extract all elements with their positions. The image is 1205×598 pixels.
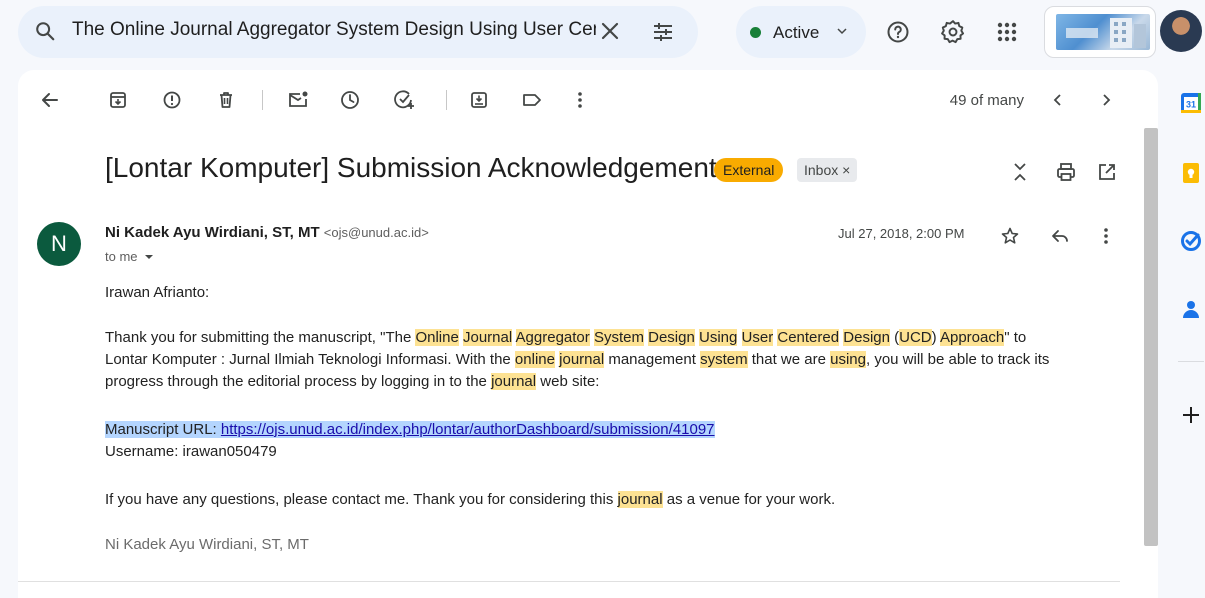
body-text: progress through the editorial process b… (105, 373, 492, 390)
search-highlight: UCD (899, 329, 932, 346)
search-highlight: journal (559, 351, 605, 368)
body-text: Lontar Komputer : Jurnal Ilmiah Teknolog… (105, 351, 515, 368)
chevron-right-icon[interactable] (1092, 86, 1120, 114)
search-highlight: Online (415, 329, 459, 346)
organization-logo (1056, 14, 1150, 50)
message-date: Jul 27, 2018, 2:00 PM (838, 226, 965, 241)
signature: Ni Kadek Ayu Wirdiani, ST, MT (105, 536, 309, 553)
search-highlight: online (514, 351, 555, 368)
chevron-left-icon[interactable] (1044, 86, 1072, 114)
status-label: Active (773, 23, 820, 42)
body-text: ) (931, 329, 940, 346)
toolbar-divider (446, 90, 447, 110)
manuscript-url-label: Manuscript URL: (105, 421, 221, 438)
search-highlight: Design (648, 329, 695, 346)
caret-down-icon (144, 254, 153, 259)
search-highlight: Aggregator (515, 329, 590, 346)
body-paragraph-line: progress through the editorial process b… (105, 371, 599, 393)
inbox-label-text: Inbox (804, 162, 839, 178)
move-to-icon[interactable] (465, 86, 493, 114)
mark-unread-icon[interactable] (284, 86, 312, 114)
sender-email: <ojs@unud.ac.id> (323, 225, 429, 240)
body-text: , you will be able to track its (865, 351, 1050, 368)
status-dot (750, 27, 761, 38)
archive-icon[interactable] (104, 86, 132, 114)
body-text: management (604, 351, 701, 368)
sender-name[interactable]: Ni Kadek Ayu Wirdiani, ST, MT (105, 224, 320, 241)
body-paragraph-line: Thank you for submitting the manuscript,… (105, 327, 1026, 349)
sender-line: Ni Kadek Ayu Wirdiani, ST, MT <ojs@unud.… (105, 224, 429, 241)
gear-icon[interactable] (937, 16, 969, 48)
delete-icon[interactable] (212, 86, 240, 114)
search-highlight: system (700, 351, 748, 368)
recipient-details[interactable]: to me (105, 249, 154, 264)
calendar-day: 31 (1186, 100, 1196, 110)
search-highlight: Journal (463, 329, 513, 346)
search-highlight: Approach (939, 329, 1005, 346)
print-icon[interactable] (1052, 158, 1080, 186)
chevron-down-icon (836, 25, 848, 37)
external-label: External (714, 158, 784, 182)
pagination-count: 49 of many (949, 92, 1024, 109)
contacts-icon[interactable] (1180, 298, 1202, 320)
body-text: " to (1004, 329, 1027, 346)
more-vert-icon[interactable] (566, 86, 594, 114)
add-icon[interactable] (1180, 404, 1202, 426)
body-text: Thank you for submitting the manuscript,… (105, 329, 416, 346)
apps-grid-icon[interactable] (991, 16, 1023, 48)
search-highlight: journal (491, 373, 537, 390)
message-subject: [Lontar Komputer] Submission Acknowledge… (105, 152, 717, 183)
body-text: If you have any questions, please contac… (105, 491, 618, 508)
search-highlight: Using (699, 329, 738, 346)
keep-icon[interactable] (1180, 162, 1202, 184)
search-input[interactable]: The Online Journal Aggregator System Des… (72, 19, 596, 41)
recipient-label: to me (105, 249, 138, 264)
greeting: Irawan Afrianto: (105, 284, 210, 301)
toolbar-divider (262, 90, 263, 110)
search-highlight: User (741, 329, 774, 346)
help-icon[interactable] (882, 16, 914, 48)
body-text: web site: (536, 373, 600, 390)
search-highlight: using (830, 351, 866, 368)
star-icon[interactable] (996, 222, 1024, 250)
close-icon[interactable] (596, 17, 624, 45)
search-highlight: System (593, 329, 644, 346)
open-new-window-icon[interactable] (1093, 158, 1121, 186)
add-task-icon[interactable] (390, 86, 418, 114)
search-highlight: Centered (777, 329, 840, 346)
label-icon[interactable] (518, 86, 546, 114)
search-highlight: journal (617, 491, 663, 508)
avatar[interactable] (1160, 10, 1202, 52)
calendar-icon[interactable]: 31 (1180, 92, 1202, 114)
back-arrow-icon[interactable] (36, 86, 64, 114)
rail-divider (1178, 361, 1204, 362)
divider (18, 581, 1120, 582)
body-text (737, 329, 741, 346)
reply-icon[interactable] (1046, 222, 1074, 250)
tasks-icon[interactable] (1180, 230, 1202, 252)
report-spam-icon[interactable] (158, 86, 186, 114)
remove-label-icon[interactable]: × (842, 162, 850, 178)
expand-collapse-icon[interactable] (1006, 158, 1034, 186)
more-vert-icon[interactable] (1092, 222, 1120, 250)
manuscript-url-link[interactable]: https://ojs.unud.ac.id/index.php/lontar/… (220, 421, 715, 438)
inbox-label[interactable]: Inbox × (797, 158, 858, 182)
body-paragraph-line: If you have any questions, please contac… (105, 489, 835, 511)
manuscript-url-line: Manuscript URL: https://ojs.unud.ac.id/i… (105, 419, 715, 441)
search-highlight: Design (843, 329, 890, 346)
search-options-icon[interactable] (648, 17, 678, 47)
scrollbar[interactable] (1144, 128, 1158, 546)
body-paragraph-line: Lontar Komputer : Jurnal Ilmiah Teknolog… (105, 349, 1049, 371)
body-text: ( (889, 329, 900, 346)
sender-avatar[interactable]: N (37, 222, 81, 266)
search-icon[interactable] (34, 20, 56, 42)
snooze-clock-icon[interactable] (336, 86, 364, 114)
body-text: as a venue for your work. (662, 491, 836, 508)
body-text: that we are (747, 351, 831, 368)
username-line: Username: irawan050479 (105, 443, 277, 460)
